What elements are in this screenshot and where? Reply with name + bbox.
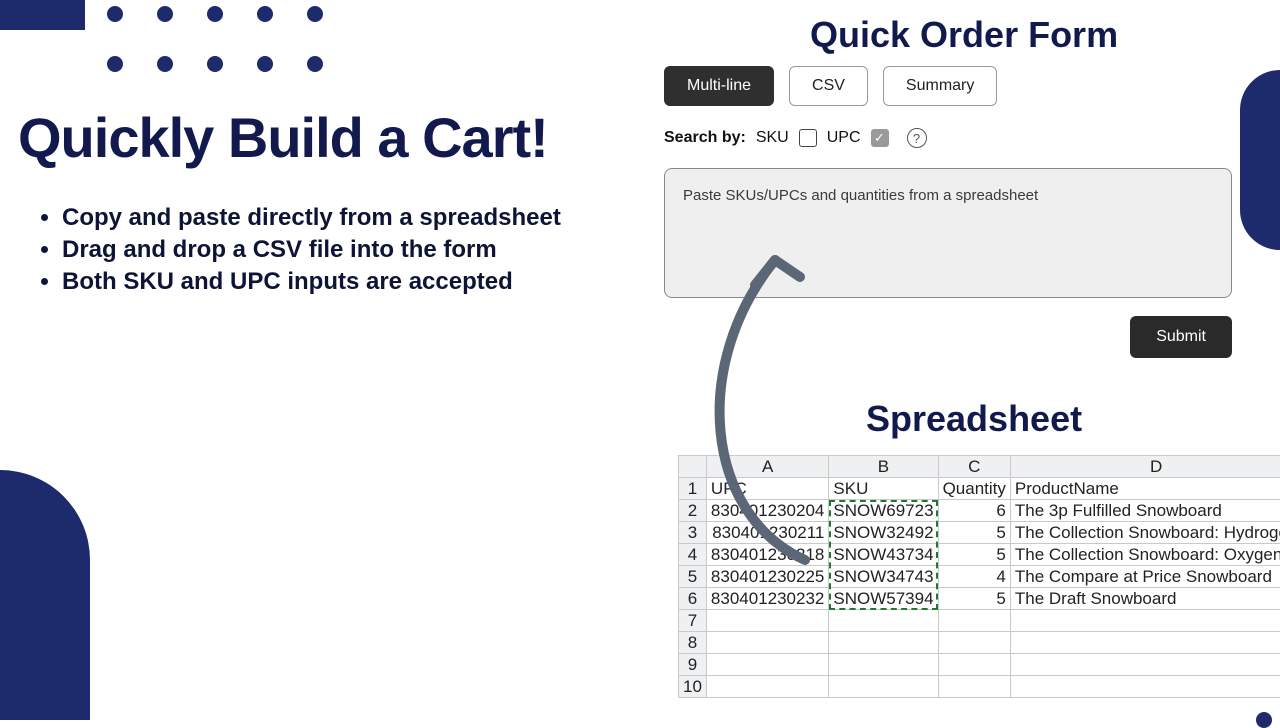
help-icon[interactable]: ?	[907, 128, 927, 148]
feature-bullets: Copy and paste directly from a spreadshe…	[36, 200, 561, 300]
deco-shape-right	[1240, 70, 1280, 250]
form-tabs: Multi-line CSV Summary	[664, 66, 1234, 106]
bullet-1: Copy and paste directly from a spreadshe…	[62, 204, 561, 232]
table-row[interactable]: 10	[679, 676, 1280, 698]
table-row[interactable]: 5830401230225SNOW347434The Compare at Pr…	[679, 566, 1280, 588]
table-row[interactable]: 2830401230204SNOW697236The 3p Fulfilled …	[679, 500, 1280, 522]
tab-summary[interactable]: Summary	[883, 66, 997, 106]
deco-rect-top-left	[0, 0, 85, 30]
search-by-label: Search by:	[664, 129, 746, 147]
table-row[interactable]: 9	[679, 654, 1280, 676]
deco-dots-top	[107, 6, 323, 72]
tab-multiline[interactable]: Multi-line	[664, 66, 774, 106]
upc-label: UPC	[827, 129, 861, 147]
tab-csv[interactable]: CSV	[789, 66, 868, 106]
sku-checkbox[interactable]	[799, 129, 817, 147]
spreadsheet-title: Spreadsheet	[866, 398, 1082, 440]
submit-button[interactable]: Submit	[1130, 316, 1232, 358]
paste-placeholder: Paste SKUs/UPCs and quantities from a sp…	[683, 187, 1038, 204]
headline: Quickly Build a Cart!	[18, 105, 548, 170]
table-row[interactable]: 7	[679, 610, 1280, 632]
bullet-3: Both SKU and UPC inputs are accepted	[62, 268, 561, 296]
table-row[interactable]: 6830401230232SNOW573945The Draft Snowboa…	[679, 588, 1280, 610]
search-by-row: Search by: SKU UPC ✓ ?	[664, 128, 1234, 148]
paste-textarea[interactable]: Paste SKUs/UPCs and quantities from a sp…	[664, 168, 1232, 298]
table-row[interactable]: 1UPCSKUQuantityProductName	[679, 478, 1280, 500]
upc-checkbox[interactable]: ✓	[871, 129, 889, 147]
sku-label: SKU	[756, 129, 789, 147]
spreadsheet-table[interactable]: ABCD1UPCSKUQuantityProductName2830401230…	[678, 455, 1280, 698]
form-title: Quick Order Form	[810, 14, 1118, 56]
bullet-2: Drag and drop a CSV file into the form	[62, 236, 561, 264]
table-row[interactable]: 4830401230218SNOW437345The Collection Sn…	[679, 544, 1280, 566]
deco-shape-bottom-left	[0, 470, 90, 720]
table-row[interactable]: 8	[679, 632, 1280, 654]
table-row[interactable]: 3830401230211SNOW324925The Collection Sn…	[679, 522, 1280, 544]
